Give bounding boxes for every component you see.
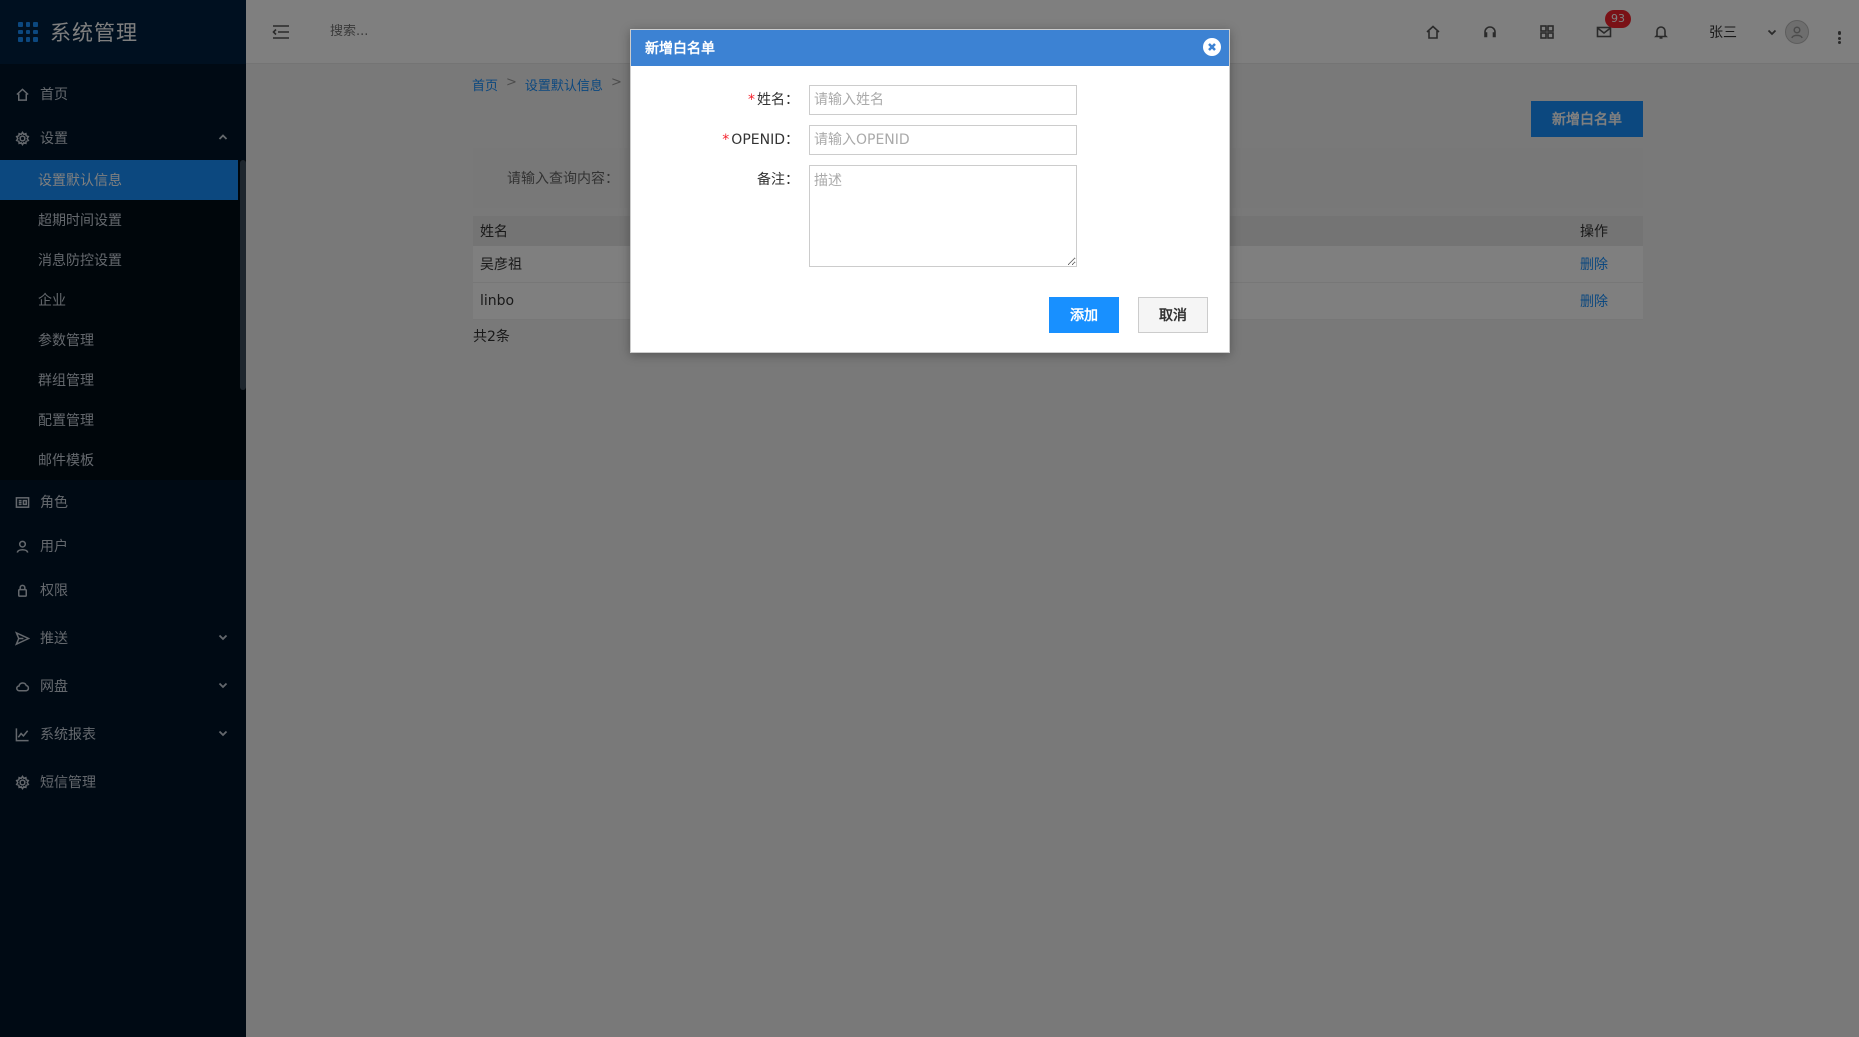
- form-row-name: * 姓名：: [631, 85, 1077, 115]
- required-mark: *: [722, 132, 730, 148]
- close-icon[interactable]: [1203, 38, 1221, 56]
- required-mark: *: [748, 92, 755, 108]
- dialog-title: 新增白名单: [645, 41, 715, 57]
- name-label: * 姓名：: [748, 92, 799, 108]
- form-row-openid: * OPENID：: [631, 125, 1077, 155]
- remark-textarea[interactable]: [809, 165, 1077, 267]
- add-button[interactable]: 添加: [1049, 297, 1119, 333]
- dialog-header: 新增白名单: [631, 30, 1229, 66]
- form-row-remark: 备注：: [631, 165, 1077, 267]
- add-whitelist-dialog: 新增白名单 *姓名： *OPENID： 备注： 添加 取消: [630, 29, 1230, 353]
- openid-input[interactable]: [809, 125, 1077, 155]
- cancel-button[interactable]: 取消: [1138, 297, 1208, 333]
- remark-label: 备注：: [757, 172, 799, 188]
- openid-label: * OPENID：: [722, 132, 799, 148]
- name-input[interactable]: [809, 85, 1077, 115]
